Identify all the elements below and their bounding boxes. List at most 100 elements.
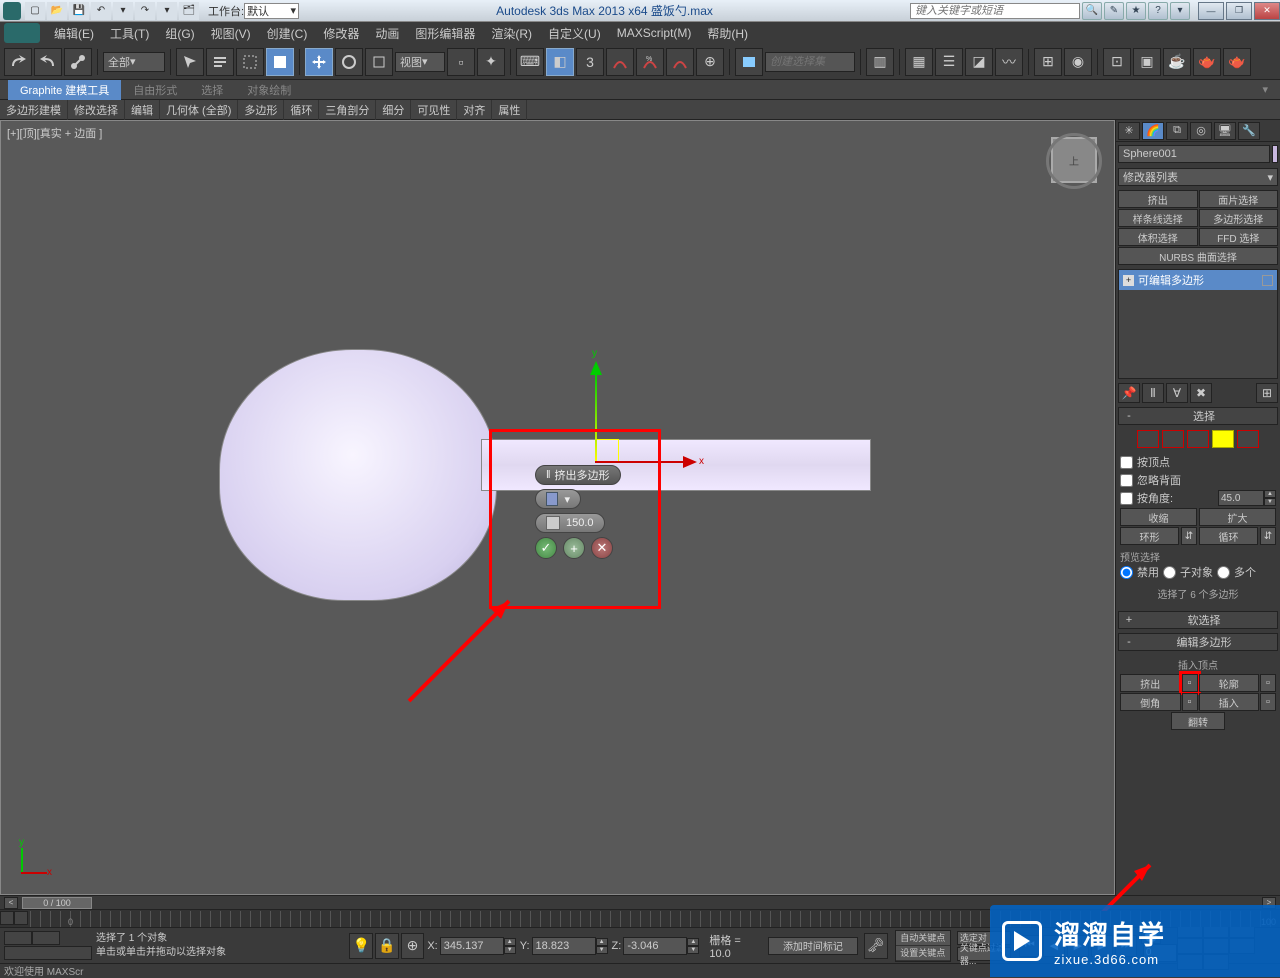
- ribbon-visibility[interactable]: 可见性: [411, 100, 457, 120]
- menu-modifiers[interactable]: 修改器: [315, 22, 367, 45]
- modset-extrude[interactable]: 挤出: [1118, 190, 1198, 208]
- listener-button[interactable]: [735, 48, 763, 76]
- workspace-dropdown[interactable]: 默认▾: [244, 3, 299, 19]
- snaps-toggle-button[interactable]: ◧: [546, 48, 574, 76]
- ep-insert-button[interactable]: 插入: [1199, 693, 1260, 711]
- selection-lock-button[interactable]: ⊕: [696, 48, 724, 76]
- menu-maxscript[interactable]: MAXScript(M): [609, 23, 700, 43]
- create-panel-tab[interactable]: ✳: [1118, 122, 1140, 140]
- preview-multi-radio[interactable]: [1217, 566, 1230, 579]
- render-iter-button[interactable]: 🫖: [1193, 48, 1221, 76]
- ribbon-tab-freeform[interactable]: 自由形式: [121, 80, 189, 100]
- ep-extrude-settings[interactable]: ▫: [1182, 674, 1198, 692]
- angle-spinner[interactable]: 45.0: [1218, 490, 1264, 506]
- ribbon-subdiv[interactable]: 细分: [376, 100, 411, 120]
- ribbon-minimize-btn[interactable]: ▾: [1250, 80, 1280, 100]
- render-setup-button[interactable]: ⊡: [1103, 48, 1131, 76]
- select-by-name-button[interactable]: [206, 48, 234, 76]
- shrink-button[interactable]: 收缩: [1120, 508, 1197, 526]
- by-angle-checkbox[interactable]: [1120, 492, 1133, 505]
- edged-faces-button[interactable]: [666, 48, 694, 76]
- by-vertex-checkbox[interactable]: [1120, 456, 1133, 469]
- render-prod-button[interactable]: ☕: [1163, 48, 1191, 76]
- key-mode-toggle[interactable]: 🗝: [864, 933, 888, 959]
- menu-views[interactable]: 视图(V): [203, 22, 259, 45]
- angle-snap-button[interactable]: 3: [576, 48, 604, 76]
- help-search-input[interactable]: [910, 3, 1080, 19]
- ep-outline-button[interactable]: 轮廓: [1199, 674, 1260, 692]
- modifier-list-dropdown[interactable]: 修改器列表▾: [1118, 168, 1278, 186]
- coord-z-input[interactable]: -3.046: [623, 937, 687, 955]
- rollout-selection-header[interactable]: -选择: [1118, 407, 1278, 425]
- pivot-button[interactable]: ▫: [447, 48, 475, 76]
- viewport-label[interactable]: [+][顶][真实 + 边面 ]: [7, 125, 102, 141]
- caddy-cancel-button[interactable]: ✕: [591, 537, 613, 559]
- search-icon[interactable]: 🔍: [1082, 2, 1102, 20]
- window-crossing-button[interactable]: [266, 48, 294, 76]
- stack-expand-icon[interactable]: +: [1123, 275, 1134, 286]
- qat-open[interactable]: 📂: [47, 2, 67, 20]
- object-name-input[interactable]: [1118, 145, 1270, 163]
- modset-nurbs[interactable]: NURBS 曲面选择: [1118, 247, 1278, 265]
- keyboard-shortcut-button[interactable]: ⌨: [516, 48, 544, 76]
- gizmo-y-axis[interactable]: [595, 373, 597, 463]
- maxscript-btn[interactable]: [4, 931, 32, 945]
- ribbon-modifysel[interactable]: 修改选择: [68, 100, 125, 120]
- ring-spinner[interactable]: ⇵: [1181, 527, 1197, 545]
- minimize-button[interactable]: —: [1198, 2, 1224, 20]
- subobj-vertex[interactable]: [1137, 430, 1159, 448]
- preview-subobj-radio[interactable]: [1163, 566, 1176, 579]
- undo-button[interactable]: [4, 48, 32, 76]
- gizmo-xy-plane[interactable]: [595, 439, 619, 463]
- menu-animation[interactable]: 动画: [367, 22, 407, 45]
- rect-region-button[interactable]: [236, 48, 264, 76]
- menu-grapheditors[interactable]: 图形编辑器: [407, 22, 483, 45]
- help-dd-icon[interactable]: ▾: [1170, 2, 1190, 20]
- angle-spinner-arrows[interactable]: ▲▼: [1264, 490, 1276, 506]
- comm-center-icon[interactable]: ✎: [1104, 2, 1124, 20]
- grow-button[interactable]: 扩大: [1199, 508, 1276, 526]
- selection-lock-toggle[interactable]: 🔒: [375, 933, 399, 959]
- stack-configure-button[interactable]: ⊞: [1256, 383, 1278, 403]
- ep-insert-settings[interactable]: ▫: [1260, 693, 1276, 711]
- rollout-softsel-header[interactable]: +软选择: [1118, 611, 1278, 629]
- object-color-swatch[interactable]: [1272, 145, 1278, 163]
- loop-button[interactable]: 循环: [1199, 527, 1258, 545]
- modifier-stack[interactable]: + 可编辑多边形: [1118, 269, 1278, 379]
- viewport-top[interactable]: [+][顶][真实 + 边面 ] 上 y x ‖挤出多边形 ▾ 150.0 ✓ …: [0, 120, 1115, 895]
- abs-rel-toggle[interactable]: ⊕: [401, 933, 425, 959]
- anim-key-toggle[interactable]: 自动关键点 设置关键点: [895, 930, 951, 962]
- schematic-view-button[interactable]: ⊞: [1034, 48, 1062, 76]
- ignore-backface-checkbox[interactable]: [1120, 474, 1133, 487]
- subobj-polygon[interactable]: [1212, 430, 1234, 448]
- menu-rendering[interactable]: 渲染(R): [483, 22, 540, 45]
- help-icon[interactable]: ?: [1148, 2, 1168, 20]
- stack-show-end-button[interactable]: Ⅱ: [1142, 383, 1164, 403]
- qat-undo-dd[interactable]: ▾: [113, 2, 133, 20]
- time-slider-handle[interactable]: 0 / 100: [22, 897, 92, 909]
- ribbon-polymodeling[interactable]: 多边形建模: [0, 100, 68, 120]
- subobj-edge[interactable]: [1162, 430, 1184, 448]
- motion-panel-tab[interactable]: ◎: [1190, 122, 1212, 140]
- ring-button[interactable]: 环形: [1120, 527, 1179, 545]
- display-panel-tab[interactable]: 🖥: [1214, 122, 1236, 140]
- ribbon-polygons[interactable]: 多边形: [238, 100, 284, 120]
- ribbon-tab-graphite[interactable]: Graphite 建模工具: [8, 80, 121, 100]
- ref-coord-dropdown[interactable]: 视图 ▾: [395, 52, 445, 72]
- mirror-button[interactable]: ▥: [866, 48, 894, 76]
- qat-undo[interactable]: ↶: [91, 2, 111, 20]
- stack-pin-button[interactable]: 📌: [1118, 383, 1140, 403]
- ribbon-loops[interactable]: 循环: [284, 100, 319, 120]
- isolate-selection-button[interactable]: 💡: [349, 933, 373, 959]
- menu-tools[interactable]: 工具(T): [102, 22, 157, 45]
- restore-button[interactable]: ❐: [1226, 2, 1252, 20]
- utilities-panel-tab[interactable]: 🔧: [1238, 122, 1260, 140]
- qat-redo-dd[interactable]: ▾: [157, 2, 177, 20]
- menu-customize[interactable]: 自定义(U): [540, 22, 609, 45]
- subobj-element[interactable]: [1237, 430, 1259, 448]
- ribbon-edit[interactable]: 编辑: [125, 100, 160, 120]
- preview-off-radio[interactable]: [1120, 566, 1133, 579]
- stack-item-editable-poly[interactable]: + 可编辑多边形: [1119, 270, 1277, 290]
- rollout-editpoly-header[interactable]: -编辑多边形: [1118, 633, 1278, 651]
- trackbar-btn1[interactable]: [0, 911, 14, 925]
